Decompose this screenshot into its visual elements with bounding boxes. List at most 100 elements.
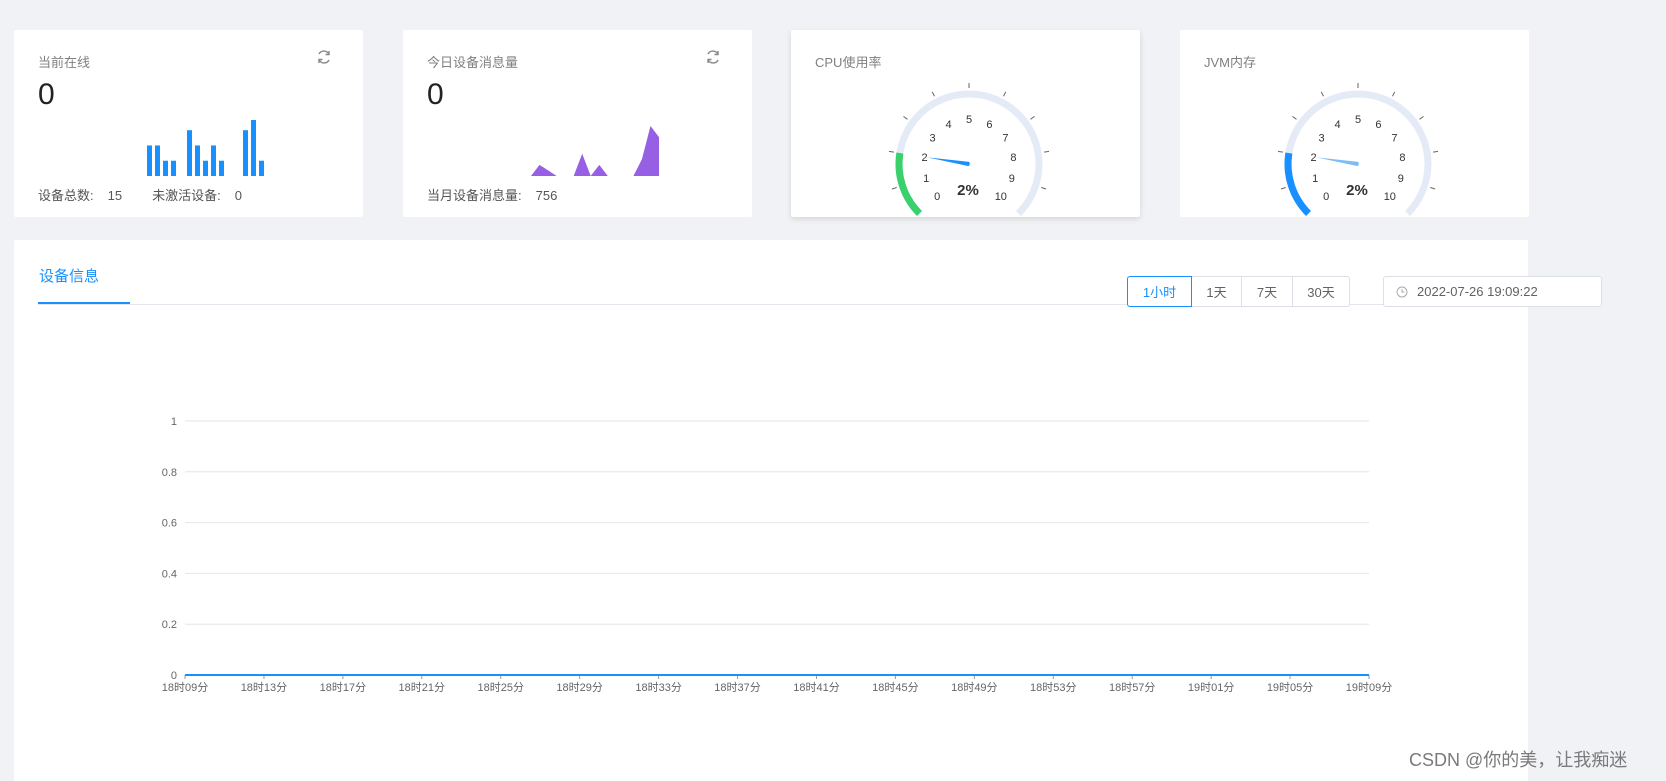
x-tick-label: 18时57分 — [1109, 681, 1155, 694]
gauge-tick — [1280, 187, 1286, 190]
x-tick-label: 18时49分 — [951, 681, 997, 694]
x-tick-label: 18时17分 — [320, 681, 366, 694]
online-bar — [147, 145, 152, 176]
y-tick-label: 0.2 — [162, 619, 177, 631]
gauge-pointer — [1316, 157, 1359, 167]
online-bar — [219, 160, 224, 176]
online-bar — [195, 145, 200, 176]
gauge-tick-label: 3 — [1319, 133, 1325, 145]
x-tick-label: 19时01分 — [1188, 681, 1234, 694]
total-devices-label: 设备总数: — [38, 188, 94, 203]
online-card: 当前在线 0 设备总数: 15 未激活设备: 0 — [14, 30, 363, 217]
month-messages-value: 756 — [535, 188, 558, 203]
gauge-tick-label: 2 — [1310, 152, 1316, 164]
online-bar — [211, 145, 216, 176]
y-tick-label: 0.6 — [162, 518, 177, 530]
date-picker[interactable]: 2022-07-26 19:09:22 — [1383, 276, 1602, 307]
gauge-tick-label: 1 — [923, 173, 929, 185]
online-bar — [163, 160, 168, 176]
x-tick-label: 18时37分 — [714, 681, 760, 694]
x-tick-label: 18时25分 — [477, 681, 523, 694]
gauge-tick-label: 10 — [1384, 191, 1396, 203]
online-bar — [171, 160, 176, 176]
range-1h-button[interactable]: 1小时 — [1127, 276, 1192, 307]
gauge-tick — [1277, 150, 1284, 153]
date-value: 2022-07-26 19:09:22 — [1417, 284, 1538, 299]
device-line-chart: 0 0.2 0.4 0.6 0.8 1 18时09分 18时13分 18时17分 18时21分 18… — [162, 416, 1393, 694]
gauge-tick — [1419, 115, 1424, 120]
gauge-value-label: 2% — [957, 182, 979, 199]
online-bar — [203, 160, 208, 176]
gauge-tick-label: 0 — [934, 191, 940, 203]
gauge-tick — [891, 187, 897, 190]
gauge-tick — [1430, 187, 1436, 190]
y-tick-label: 0.8 — [162, 467, 177, 479]
x-tick-label: 18时45分 — [872, 681, 918, 694]
gauge-tick-label: 9 — [1398, 173, 1404, 185]
inactive-devices-label: 未激活设备: — [152, 188, 221, 203]
gauge-pointer — [927, 157, 970, 167]
x-tick-label: 18时29分 — [556, 681, 602, 694]
gauge-tick-label: 8 — [1399, 152, 1405, 164]
range-7d-button[interactable]: 7天 — [1241, 276, 1293, 307]
gauge-tick-label: 2 — [921, 152, 927, 164]
gauge-tick — [1043, 150, 1050, 153]
total-devices-value: 15 — [107, 188, 123, 203]
y-tick-label: 1 — [171, 416, 177, 428]
x-tick-label: 18时53分 — [1030, 681, 1076, 694]
gauge-tick-label: 7 — [1002, 133, 1008, 145]
month-messages-label: 当月设备消息量: — [427, 188, 522, 203]
gauge-progress — [1284, 152, 1312, 216]
gauge-value-label: 2% — [1346, 182, 1368, 199]
gauge-tick — [1030, 115, 1035, 120]
gauge-tick — [931, 91, 935, 97]
gauge-tick — [1432, 150, 1439, 153]
x-tick-label: 18时13分 — [241, 681, 287, 694]
y-tick-label: 0 — [171, 670, 177, 682]
gauge-progress — [895, 152, 923, 216]
gauge-tick-label: 4 — [1335, 119, 1341, 131]
gauge-tick — [1292, 115, 1297, 120]
messages-footer: 当月设备消息量: 756 — [427, 185, 587, 204]
gauge-tick-label: 3 — [930, 133, 936, 145]
online-bar — [251, 120, 256, 176]
y-tick-label: 0.4 — [162, 568, 177, 580]
range-30d-button[interactable]: 30天 — [1292, 276, 1350, 307]
gauge-tick — [1392, 91, 1396, 97]
jvm-gauge: 01 234 5 678 910 2% — [1277, 83, 1439, 216]
gauge-tick-label: 7 — [1391, 133, 1397, 145]
gauge-tick-label: 1 — [1312, 173, 1318, 185]
messages-card: 今日设备消息量 0 当月设备消息量: 756 — [403, 30, 752, 217]
online-bar — [187, 130, 192, 176]
x-tick-label: 18时21分 — [399, 681, 445, 694]
gauge-tick-label: 10 — [995, 191, 1007, 203]
online-footer: 设备总数: 15 未激活设备: 0 — [38, 185, 272, 204]
gauge-tick — [888, 150, 895, 153]
x-tick-label: 19时05分 — [1267, 681, 1313, 694]
x-tick-label: 19时09分 — [1346, 681, 1392, 694]
watermark: CSDN @你的美，让我痴迷 — [1409, 750, 1628, 770]
gauge-tick-label: 5 — [1355, 114, 1361, 126]
cpu-gauge: 01 234 5 678 910 2% — [888, 83, 1050, 216]
x-tick-label: 18时41分 — [793, 681, 839, 694]
gauge-tick-label: 6 — [1375, 119, 1381, 131]
range-1d-button[interactable]: 1天 — [1191, 276, 1242, 307]
gauge-tick-label: 4 — [946, 119, 952, 131]
inactive-devices-value: 0 — [234, 188, 242, 203]
gauge-tick — [1003, 91, 1007, 97]
jvm-card: JVM内存 0 1 2 3 4 5 6 7 8 9 10 2% — [1180, 30, 1529, 217]
gauge-tick-label: 5 — [966, 114, 972, 126]
gauge-tick-label: 6 — [986, 119, 992, 131]
gauge-tick-label: 8 — [1010, 152, 1016, 164]
messages-area-series — [531, 126, 659, 176]
x-tick-label: 18时33分 — [635, 681, 681, 694]
gauge-tick — [903, 115, 908, 120]
gauge-tick — [1041, 187, 1047, 190]
cpu-card: CPU使用率 0 1 2 3 4 5 6 7 8 9 10 2% — [791, 30, 1140, 217]
gauge-tick-label: 0 — [1323, 191, 1329, 203]
gauge-tick-label: 9 — [1009, 173, 1015, 185]
online-bar — [259, 160, 264, 176]
online-bar — [243, 130, 248, 176]
x-tick-label: 18时09分 — [162, 681, 208, 694]
clock-icon — [1396, 286, 1408, 297]
